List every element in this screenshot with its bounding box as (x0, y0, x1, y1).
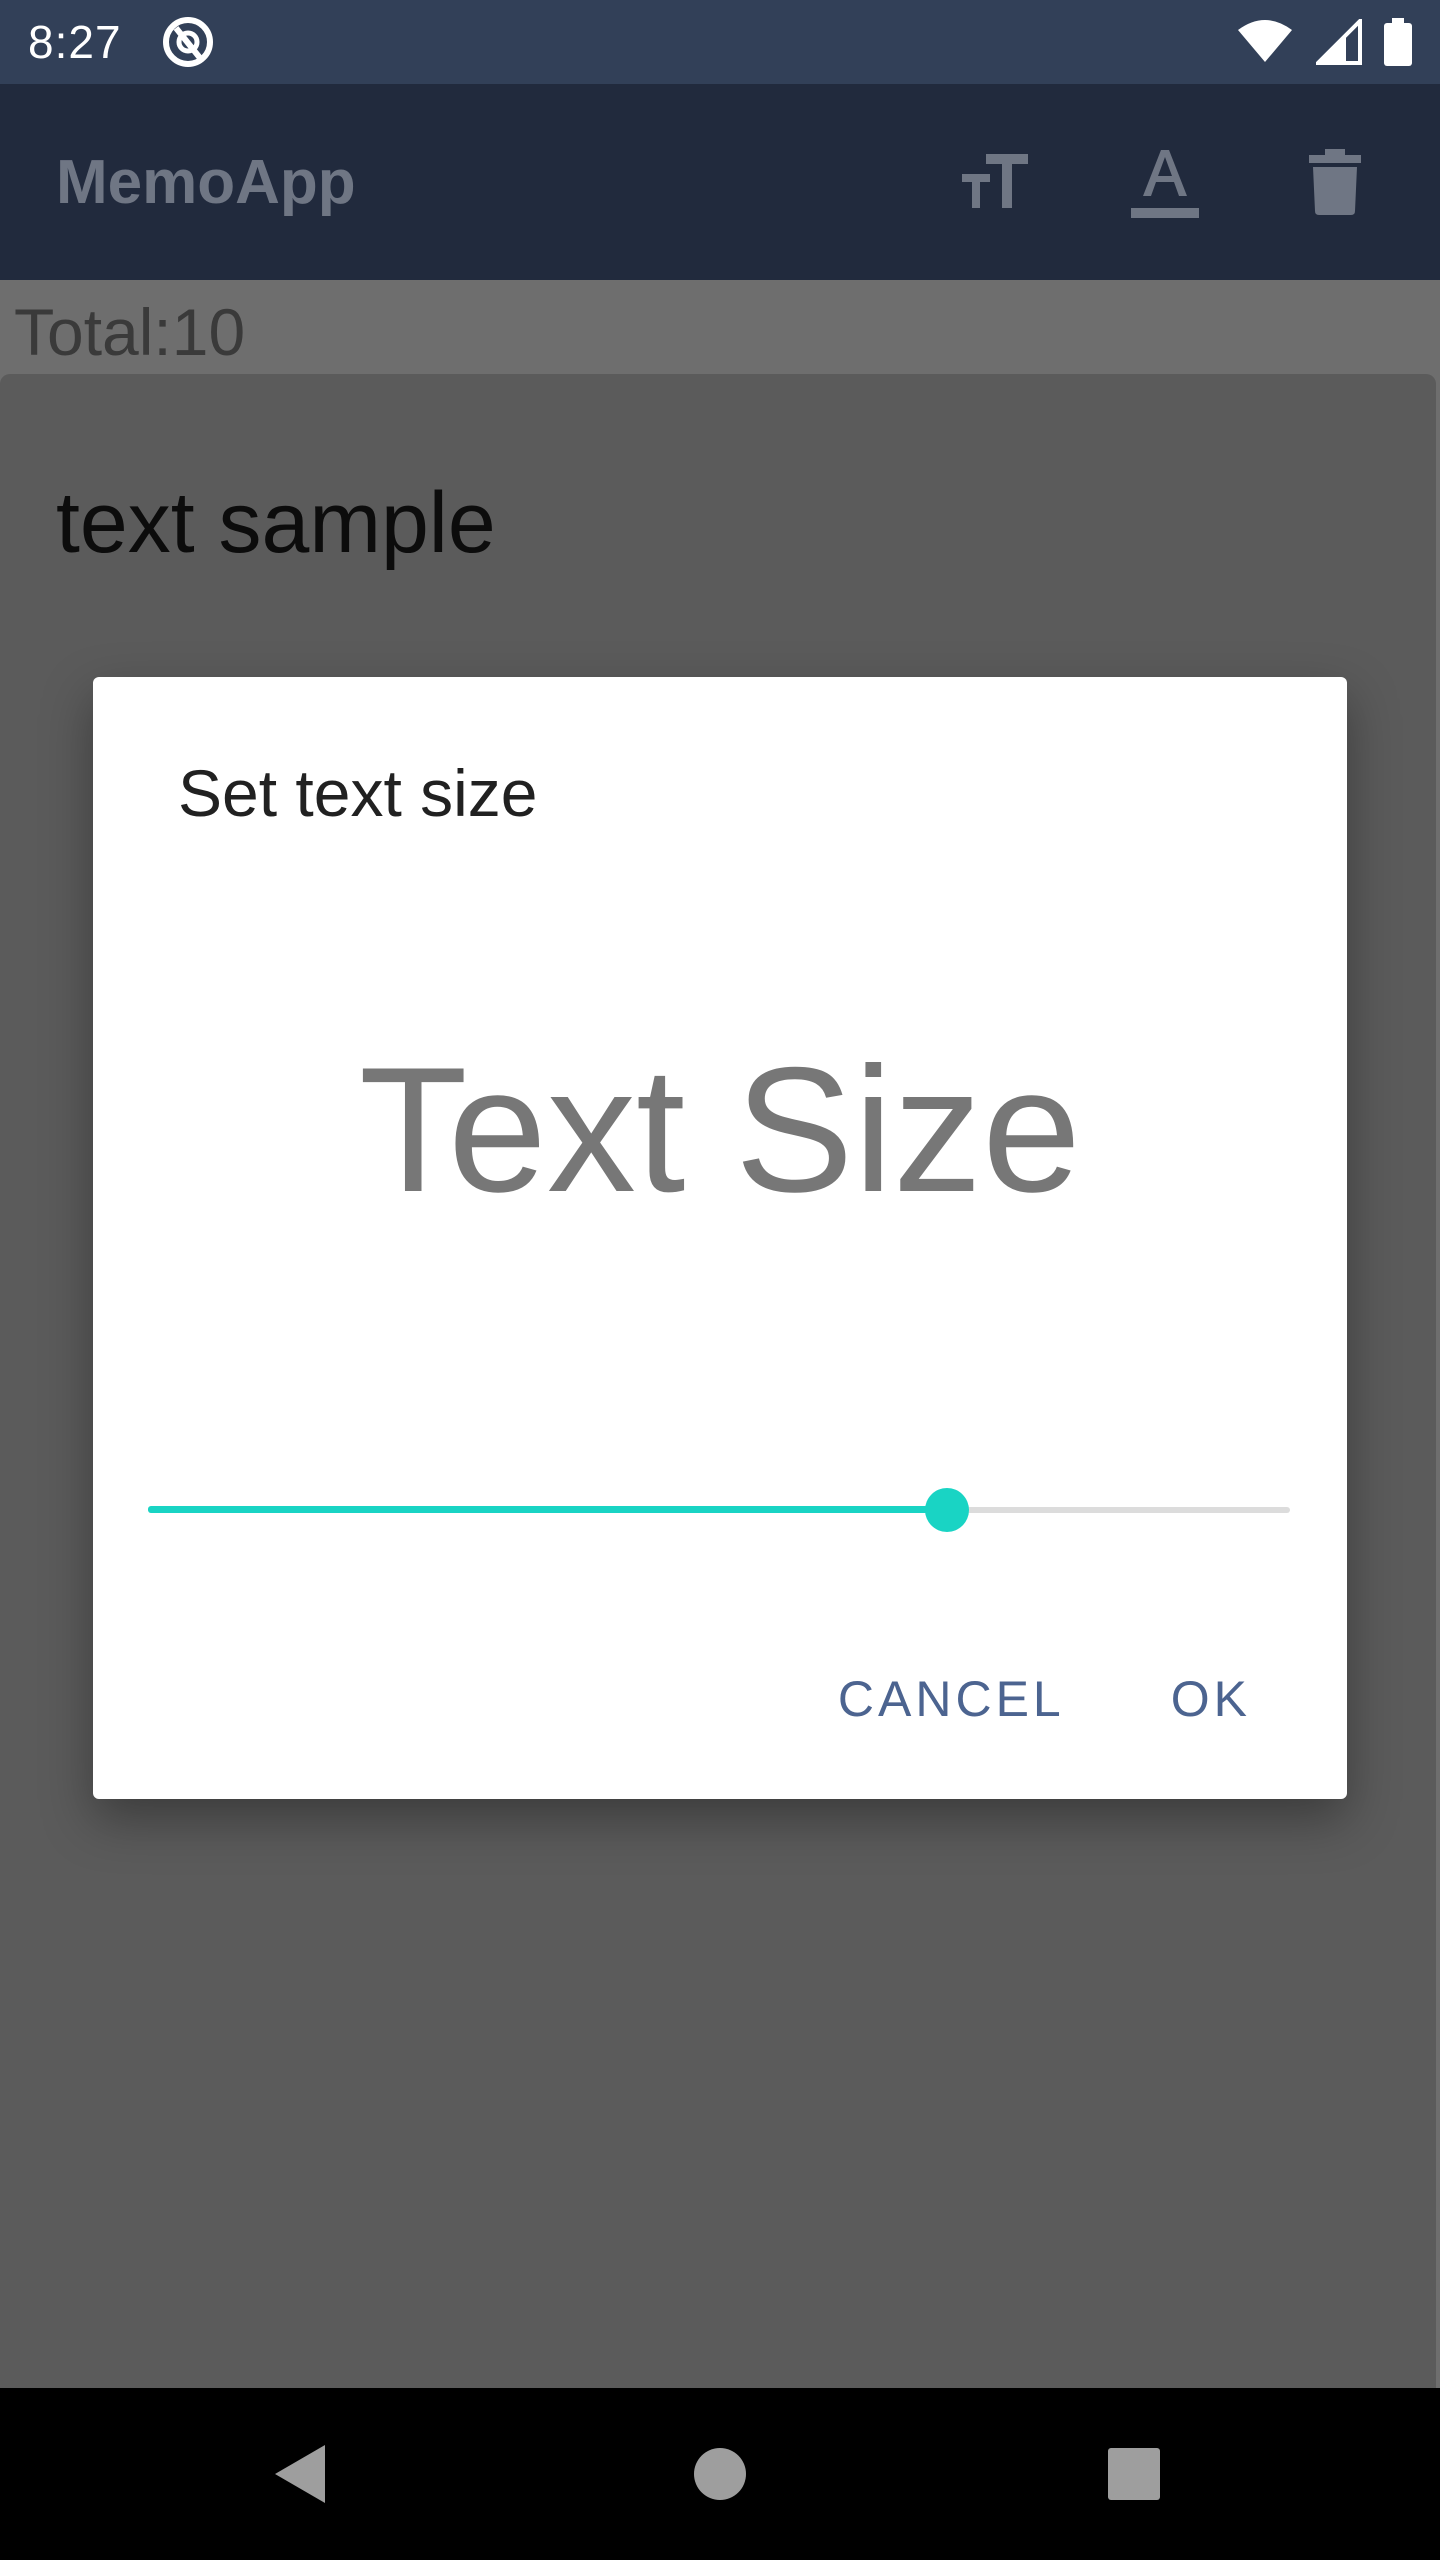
back-button[interactable] (273, 2443, 327, 2505)
status-bar: 8:27 (0, 0, 1440, 84)
signal-icon (1316, 19, 1362, 65)
screen: 8:27 MemoApp Total:10 text sample Set te… (0, 0, 1440, 2560)
text-size-preview: Text Size (358, 1030, 1082, 1229)
text-color-button[interactable] (1120, 137, 1210, 227)
app-actions (950, 137, 1380, 227)
recents-icon (1108, 2448, 1160, 2500)
battery-icon (1384, 18, 1412, 66)
slider-fill (148, 1506, 948, 1513)
wifi-icon (1238, 20, 1292, 62)
ok-button[interactable]: OK (1171, 1670, 1251, 1728)
dialog-buttons: CANCEL OK (838, 1670, 1251, 1728)
text-size-button[interactable] (950, 137, 1040, 227)
text-size-slider[interactable] (148, 1485, 1290, 1535)
delete-button[interactable] (1290, 137, 1380, 227)
app-notification-icon (162, 17, 213, 67)
app-title: MemoApp (56, 147, 356, 217)
memo-text: text sample (56, 475, 496, 571)
slider-thumb[interactable] (925, 1488, 970, 1532)
text-size-icon (962, 154, 1028, 208)
dialog-title: Set text size (178, 756, 538, 830)
text-size-dialog: Set text size Text Size CANCEL OK (93, 677, 1347, 1799)
navigation-bar (0, 2388, 1440, 2560)
status-time: 8:27 (28, 16, 122, 68)
app-bar: MemoApp (0, 84, 1440, 280)
back-icon (275, 2445, 325, 2503)
total-count-label: Total:10 (14, 295, 246, 369)
delete-icon (1309, 149, 1361, 215)
cancel-button[interactable]: CANCEL (838, 1670, 1065, 1728)
recents-button[interactable] (1107, 2447, 1161, 2501)
home-icon (694, 2448, 746, 2500)
home-button[interactable] (693, 2447, 747, 2501)
text-color-icon (1131, 150, 1199, 218)
status-icons (1236, 18, 1412, 66)
